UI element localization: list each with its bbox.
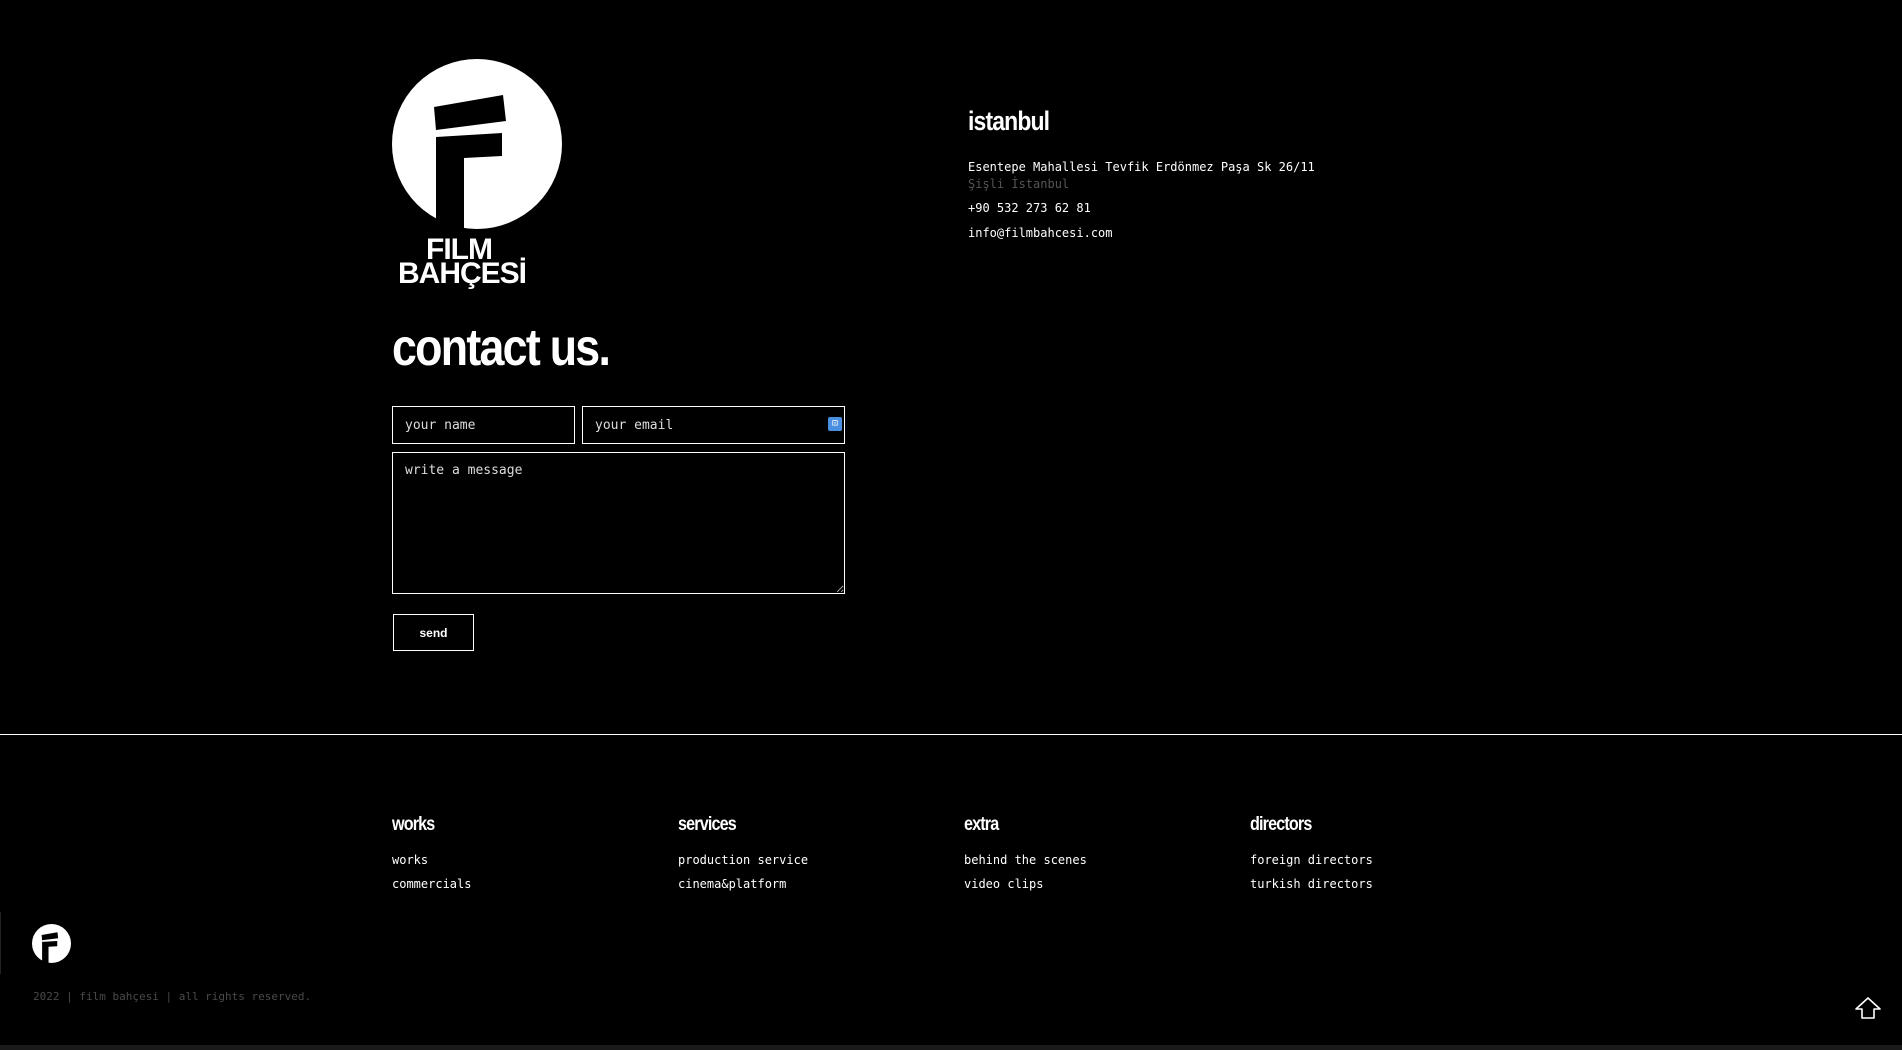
address-line-1: Esentepe Mahallesi Tevfik Erdönmez Paşa … <box>968 160 1315 174</box>
footer-link-turkish-directors[interactable]: turkish directors <box>1250 876 1373 892</box>
page: FILM BAHÇESİ contact us. ⊡ send istanbul… <box>0 0 1902 1050</box>
logo-line-2: BAHÇESİ <box>398 257 527 290</box>
contact-heading: contact us. <box>392 319 611 377</box>
arrow-up-icon <box>1855 997 1881 1019</box>
footer-column-title: works <box>392 814 435 835</box>
footer-divider <box>0 734 1902 735</box>
footer-link-foreign-directors[interactable]: foreign directors <box>1250 852 1373 868</box>
footer-link-works[interactable]: works <box>392 852 471 868</box>
footer-link-commercials[interactable]: commercials <box>392 876 471 892</box>
footer-column-title: extra <box>964 814 999 835</box>
footer-side-line <box>0 912 1 974</box>
address-line-2: Şişli İstanbul <box>968 177 1070 191</box>
footer-link-behind-the-scenes[interactable]: behind the scenes <box>964 852 1087 868</box>
password-manager-icon[interactable]: ⊡ <box>828 417 842 431</box>
footer-column-directors: directors foreign directors turkish dire… <box>1250 814 1373 900</box>
footer-link-cinema-platform[interactable]: cinema&platform <box>678 876 808 892</box>
footer-link-video-clips[interactable]: video clips <box>964 876 1087 892</box>
footer-column-title: services <box>678 814 737 835</box>
message-textarea[interactable] <box>392 452 845 594</box>
footer-logo-f-mark-icon <box>41 932 59 965</box>
send-button[interactable]: send <box>393 614 474 651</box>
scroll-to-top-icon[interactable] <box>1853 994 1883 1024</box>
email-input[interactable] <box>582 406 845 444</box>
phone-link[interactable]: +90 532 273 62 81 <box>968 201 1091 215</box>
logo-circle-icon <box>392 59 562 234</box>
site-logo[interactable]: FILM BAHÇESİ <box>392 59 564 299</box>
footer-column-works: works works commercials <box>392 814 471 900</box>
logo-wordmark: FILM BAHÇESİ <box>398 235 568 289</box>
footer-logo-icon[interactable] <box>32 924 71 965</box>
bottom-bar <box>0 1045 1902 1050</box>
footer-column-services: services production service cinema&platf… <box>678 814 808 900</box>
footer-link-production-service[interactable]: production service <box>678 852 808 868</box>
name-input[interactable] <box>392 406 575 444</box>
footer-column-title: directors <box>1250 814 1312 835</box>
footer-column-extra: extra behind the scenes video clips <box>964 814 1087 900</box>
logo-f-mark-icon <box>434 95 506 234</box>
copyright-text: 2022 | film bahçesi | all rights reserve… <box>33 990 312 1003</box>
email-link[interactable]: info@filmbahcesi.com <box>968 226 1113 240</box>
office-city-title: istanbul <box>968 106 1050 136</box>
